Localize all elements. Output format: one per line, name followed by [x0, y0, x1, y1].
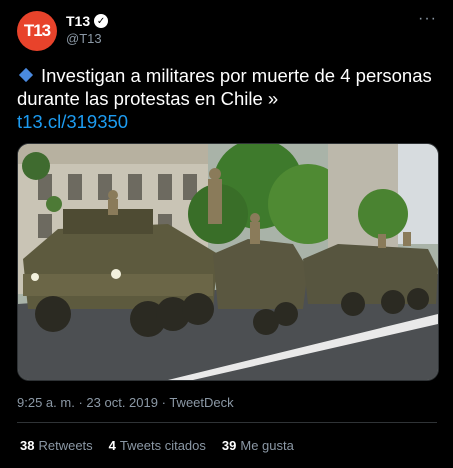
photo-armored-vehicles-icon: [18, 144, 438, 380]
tweet-source[interactable]: TweetDeck: [169, 395, 233, 410]
tweet-media-photo[interactable]: [17, 143, 439, 381]
quotes-label: Tweets citados: [119, 438, 206, 453]
retweets-count: 38: [20, 438, 35, 453]
quotes-stat[interactable]: 4 Tweets citados: [109, 438, 206, 453]
display-name[interactable]: T13: [66, 13, 90, 29]
quotes-count: 4: [108, 438, 116, 453]
divider: [17, 422, 437, 423]
more-options-icon[interactable]: ···: [418, 10, 437, 28]
tweet-card: T13 T13 ✓ @T13 ··· Investigan a militare…: [0, 0, 453, 468]
tweet-time: 9:25 a. m.: [17, 395, 75, 410]
retweets-label: Retweets: [38, 438, 93, 453]
tweet-stats: 38 Retweets 4 Tweets citados 39 Me gusta: [20, 438, 294, 453]
verified-badge-icon: ✓: [94, 14, 109, 28]
meta-separator: ·: [78, 395, 83, 410]
author-handle[interactable]: @T13: [66, 31, 102, 46]
likes-stat[interactable]: 39 Me gusta: [222, 438, 294, 453]
tweet-body: Investigan a militares por muerte de 4 p…: [17, 65, 432, 109]
tweet-link[interactable]: t13.cl/319350: [17, 111, 128, 132]
avatar-text: T13: [23, 21, 51, 40]
tweet-date: 23 oct. 2019: [86, 395, 158, 410]
tweet-text: Investigan a militares por muerte de 4 p…: [17, 64, 437, 133]
author-name-row[interactable]: T13 ✓: [66, 13, 109, 29]
likes-label: Me gusta: [240, 438, 294, 453]
avatar[interactable]: T13: [17, 11, 57, 51]
retweets-stat[interactable]: 38 Retweets: [20, 438, 93, 453]
likes-count: 39: [221, 438, 237, 453]
tweet-timestamp[interactable]: 9:25 a. m. · 23 oct. 2019 · TweetDeck: [17, 395, 234, 410]
meta-separator-2: ·: [161, 395, 166, 410]
blue-diamond-icon: [18, 67, 34, 83]
